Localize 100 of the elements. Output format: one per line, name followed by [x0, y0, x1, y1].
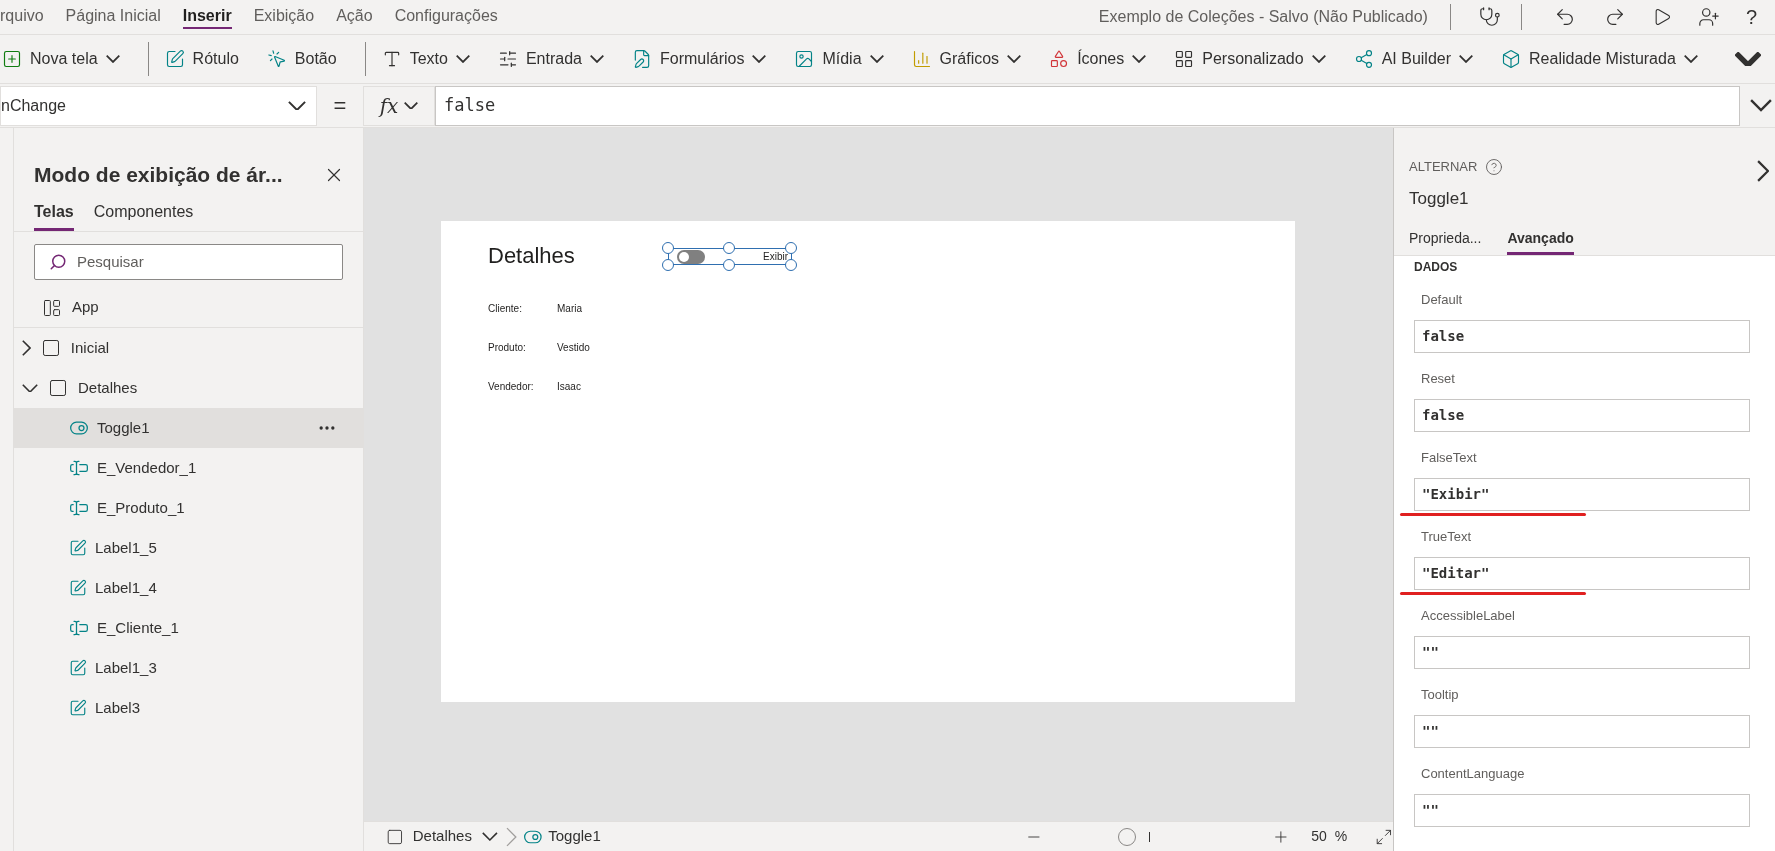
- toolbar-button[interactable]: Nova tela: [0, 41, 128, 77]
- chevron-down-icon[interactable]: [1750, 99, 1772, 112]
- fx-button[interactable]: fx: [363, 85, 435, 126]
- tree-item[interactable]: Label1_5: [14, 528, 363, 568]
- tree-item[interactable]: Toggle1: [14, 408, 363, 448]
- tree-item[interactable]: Label1_3: [14, 648, 363, 688]
- sliders-icon: [497, 49, 518, 69]
- property-input[interactable]: false: [1414, 319, 1750, 353]
- section-heading: DADOS: [1414, 258, 1459, 276]
- chevron-down-icon: [1311, 55, 1326, 63]
- tree-item[interactable]: E_Produto_1: [14, 488, 363, 528]
- menu-tab[interactable]: rquivo: [0, 5, 44, 29]
- control-type: ALTERNAR: [1409, 158, 1478, 177]
- zoom-slider-thumb[interactable]: [1118, 827, 1137, 846]
- new-screen-icon: [2, 49, 22, 69]
- fit-screen-icon[interactable]: [1375, 827, 1393, 846]
- property-label: Tooltip: [1420, 685, 1460, 704]
- menu-tab[interactable]: Página Inicial: [65, 5, 161, 29]
- property-input[interactable]: "": [1414, 793, 1750, 827]
- text-input-icon: [69, 458, 89, 478]
- chevron-down-icon: [455, 55, 470, 63]
- chevron-down-icon: [288, 100, 306, 111]
- tree-item[interactable]: E_Vendedor_1: [14, 448, 363, 488]
- toolbar-button[interactable]: Entrada: [489, 41, 612, 77]
- text-input-icon: [69, 618, 89, 638]
- chevron-down-icon: [1007, 55, 1022, 63]
- app-title: Exemplo de Coleções - Salvo (Não Publicado): [1098, 7, 1428, 27]
- search-icon: [49, 253, 67, 271]
- tree-item[interactable]: Detalhes: [14, 368, 363, 408]
- panel-title: Modo de exibição de ár...: [34, 161, 283, 188]
- chevron-down-icon: [105, 55, 120, 63]
- chevron-down-icon: [752, 55, 767, 63]
- image-icon: [794, 49, 815, 69]
- property-input[interactable]: "Exibir": [1414, 477, 1750, 511]
- toolbar-button[interactable]: Mídia: [786, 41, 892, 77]
- toolbar-button[interactable]: Formulários: [623, 41, 775, 77]
- panel-tab[interactable]: Telas: [34, 200, 74, 231]
- property-input[interactable]: "Editar": [1414, 556, 1750, 590]
- toolbar-button[interactable]: Realidade Misturada: [1493, 41, 1706, 77]
- chevron-down-icon: [404, 101, 419, 110]
- menu-tab[interactable]: Configurações: [394, 5, 498, 29]
- panel-tab[interactable]: Componentes: [93, 200, 194, 231]
- chevron-down-icon[interactable]: [22, 383, 38, 393]
- search-field[interactable]: Pesquisar: [34, 244, 343, 280]
- nodes-icon: [1353, 49, 1374, 69]
- toolbar-button[interactable]: Rótulo: [156, 41, 247, 77]
- help-icon[interactable]: [1485, 158, 1504, 176]
- chevron-right-icon[interactable]: [22, 340, 31, 356]
- property-input[interactable]: false: [1414, 398, 1750, 432]
- property-input[interactable]: "": [1414, 635, 1750, 669]
- tree-item[interactable]: Inicial: [14, 328, 363, 368]
- property-label: Reset: [1420, 369, 1456, 388]
- toolbar-button[interactable]: Gráficos: [903, 41, 1030, 77]
- pointer-click-icon: [266, 49, 287, 69]
- toggle-switch[interactable]: [677, 249, 705, 264]
- menu-tab[interactable]: Exibição: [253, 5, 315, 29]
- breadcrumb-control[interactable]: Toggle1: [548, 825, 601, 848]
- property-label: TrueText: [1420, 527, 1473, 546]
- property-label: ContentLanguage: [1420, 764, 1526, 783]
- text-input-icon: [69, 498, 89, 518]
- property-input[interactable]: "": [1414, 714, 1750, 748]
- formula-input[interactable]: false: [435, 85, 1740, 126]
- toolbar-button[interactable]: Texto: [373, 41, 478, 77]
- equals-sign: =: [332, 92, 348, 120]
- collapse-panel-icon[interactable]: [1756, 160, 1769, 182]
- chevron-down-icon[interactable]: [481, 832, 498, 841]
- field-value: Maria: [557, 302, 582, 316]
- property-label: FalseText: [1420, 448, 1478, 467]
- pencil-square-icon: [164, 49, 185, 69]
- tree-item[interactable]: Label1_4: [14, 568, 363, 608]
- tree-item[interactable]: Label3: [14, 688, 363, 728]
- toggle-label: Exibir: [763, 250, 788, 264]
- zoom-value: 50: [1311, 827, 1327, 846]
- toolbar-button[interactable]: Botão: [258, 41, 345, 77]
- toolbar-button[interactable]: AI Builder: [1345, 41, 1482, 77]
- menu-tab[interactable]: Ação: [336, 5, 373, 29]
- chevron-down-icon: [869, 55, 884, 63]
- property-label: AccessibleLabel: [1420, 606, 1516, 625]
- panel-tab[interactable]: Proprieda...: [1409, 227, 1482, 255]
- app-grid-icon: [42, 297, 62, 318]
- toolbar-button[interactable]: Personalizado: [1166, 41, 1334, 77]
- tree-item[interactable]: E_Cliente_1: [14, 608, 363, 648]
- tree-item[interactable]: App: [14, 288, 363, 328]
- shapes-icon: [1049, 49, 1070, 69]
- screen-icon: [386, 827, 404, 846]
- cube-icon: [1501, 49, 1522, 69]
- property-dropdown[interactable]: nChange: [0, 85, 317, 126]
- menu-tab[interactable]: Inserir: [182, 5, 232, 29]
- grid-icon: [1174, 49, 1195, 69]
- toolbar-button[interactable]: Ícones: [1041, 41, 1155, 77]
- expand-ribbon-icon[interactable]: [1735, 51, 1761, 67]
- stethoscope-icon[interactable]: [1478, 6, 1501, 28]
- help-button[interactable]: ?: [1745, 2, 1757, 32]
- screen-icon: [48, 378, 68, 398]
- bar-chart-icon: [911, 49, 932, 69]
- breadcrumb-screen[interactable]: Detalhes: [412, 825, 472, 848]
- screen-heading: Detalhes: [488, 242, 575, 270]
- user-add-icon[interactable]: [1697, 6, 1720, 28]
- property-label: Default: [1420, 290, 1464, 309]
- breadcrumb-separator-icon: [505, 826, 517, 847]
